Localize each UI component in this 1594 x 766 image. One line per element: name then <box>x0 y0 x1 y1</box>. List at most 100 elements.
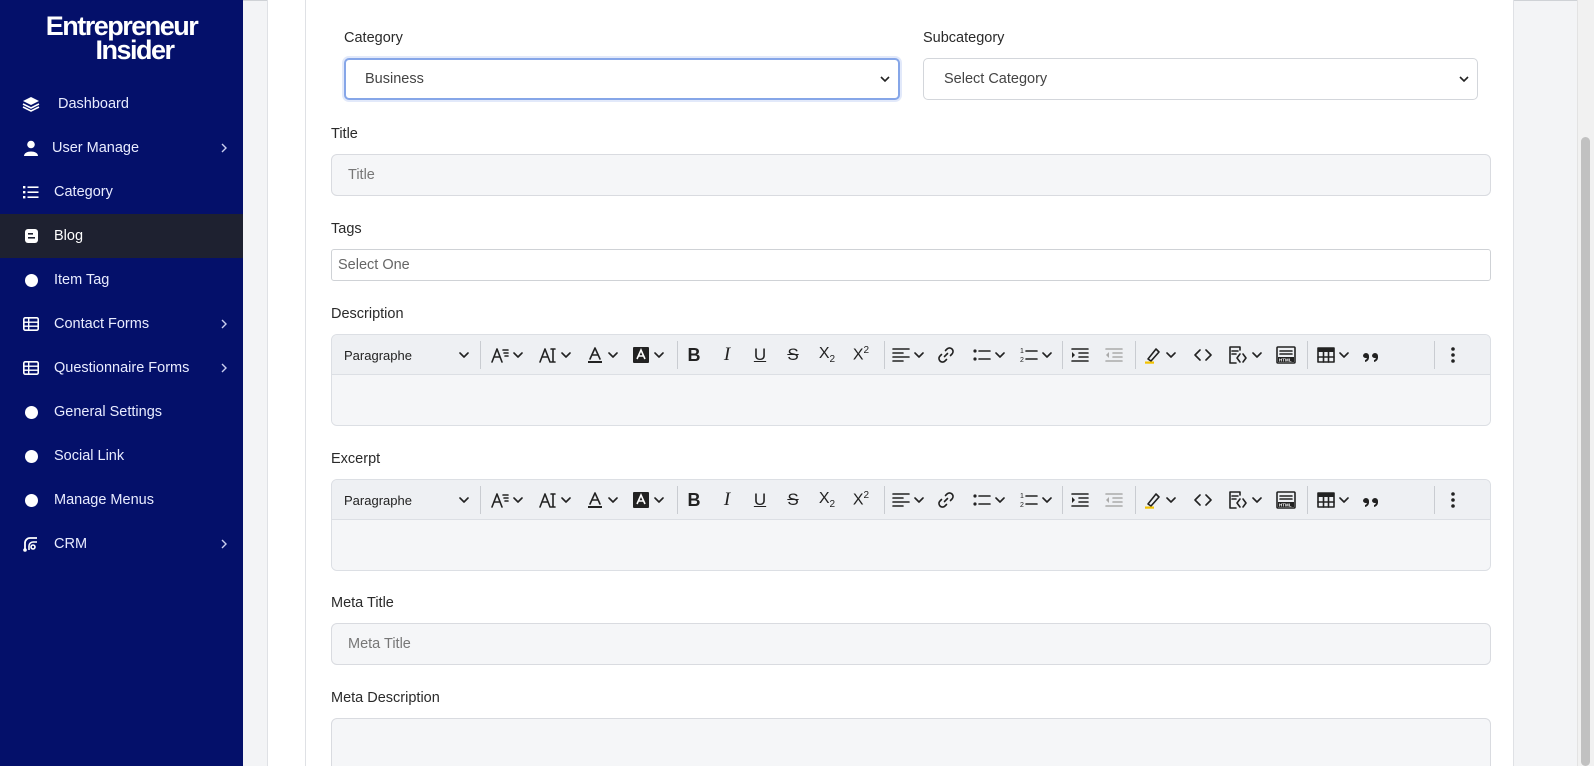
text-size-icon[interactable] <box>536 344 574 366</box>
italic-icon[interactable]: I <box>716 489 738 511</box>
bold-icon[interactable]: B <box>683 489 705 511</box>
code-icon[interactable] <box>1192 344 1214 366</box>
tags-select[interactable]: Select One <box>331 249 1491 281</box>
sidebar-item-social-link[interactable]: Social Link <box>0 434 243 478</box>
align-icon[interactable] <box>890 489 926 511</box>
subscript-icon[interactable]: X2 <box>815 489 839 511</box>
toolbar-separator <box>1135 486 1136 514</box>
bulleted-list-icon[interactable] <box>970 489 1008 511</box>
link-icon[interactable] <box>935 489 957 511</box>
numbered-list-icon[interactable]: 12 <box>1017 344 1055 366</box>
subcategory-select[interactable]: Select Category <box>923 58 1478 100</box>
font-color-icon[interactable] <box>584 344 620 366</box>
excerpt-editor-body[interactable] <box>332 520 1490 570</box>
sidebar-item-label: General Settings <box>54 404 163 420</box>
sidebar-item-crm[interactable]: CRM <box>0 522 243 566</box>
sidebar-item-item-tag[interactable]: Item Tag <box>0 258 243 302</box>
toolbar-separator <box>884 486 885 514</box>
underline-icon[interactable]: U <box>749 489 771 511</box>
strikethrough-icon[interactable]: S <box>782 489 804 511</box>
sidebar-item-label: Item Tag <box>54 272 110 288</box>
meta-description-textarea[interactable] <box>331 718 1491 766</box>
numbered-list-icon[interactable]: 12 <box>1017 489 1055 511</box>
scrollbar-thumb[interactable] <box>1581 137 1590 766</box>
toolbar-separator <box>1434 486 1435 514</box>
text-size-icon[interactable] <box>536 489 574 511</box>
editor-toolbar: Paragraphe B I U S X2 X2 1 2 HTML <box>332 480 1490 520</box>
description-editor: Paragraphe B I U S X2 X2 1 2 HTML <box>331 334 1491 426</box>
underline-icon[interactable]: U <box>749 344 771 366</box>
insert-code-block-icon[interactable] <box>1224 489 1266 511</box>
subscript-icon[interactable]: X2 <box>815 344 839 366</box>
toolbar-separator <box>677 486 678 514</box>
title-placeholder: Title <box>348 167 375 183</box>
html-embed-icon[interactable]: HTML <box>1275 489 1297 511</box>
category-select-value: Business <box>365 71 424 87</box>
sidebar-item-contact-forms[interactable]: Contact Forms <box>0 302 243 346</box>
svg-text:1: 1 <box>1020 348 1024 355</box>
bulleted-list-icon[interactable] <box>970 344 1008 366</box>
table-list-icon <box>22 359 40 377</box>
paragraph-dropdown[interactable]: Paragraphe <box>344 489 469 511</box>
svg-text:HTML: HTML <box>1279 503 1292 508</box>
sidebar-item-blog[interactable]: Blog <box>0 214 243 258</box>
html-embed-icon[interactable]: HTML <box>1275 344 1297 366</box>
sidebar-item-dashboard[interactable]: Dashboard <box>0 82 243 126</box>
blockquote-icon[interactable] <box>1360 344 1382 366</box>
font-size-icon[interactable] <box>488 489 526 511</box>
chevron-right-icon <box>221 143 227 153</box>
highlight-icon[interactable] <box>1140 489 1180 511</box>
sidebar-item-general-settings[interactable]: General Settings <box>0 390 243 434</box>
title-input[interactable]: Title <box>331 154 1491 196</box>
sidebar-item-label: Questionnaire Forms <box>54 360 190 376</box>
indent-icon[interactable] <box>1069 489 1091 511</box>
sidebar-item-label: Contact Forms <box>54 316 150 332</box>
font-size-icon[interactable] <box>488 344 526 366</box>
paragraph-dropdown[interactable]: Paragraphe <box>344 344 469 366</box>
superscript-icon[interactable]: X2 <box>849 344 873 366</box>
highlight-icon[interactable] <box>1140 344 1180 366</box>
outdent-icon[interactable] <box>1103 344 1125 366</box>
meta-title-input[interactable]: Meta Title <box>331 623 1491 665</box>
meta-title-label: Meta Title <box>331 595 394 611</box>
excerpt-editor: Paragraphe B I U S X2 X2 1 2 HTML <box>331 479 1491 571</box>
more-icon[interactable] <box>1442 344 1464 366</box>
blockquote-icon[interactable] <box>1360 489 1382 511</box>
user-icon <box>22 139 40 157</box>
title-label: Title <box>331 126 358 142</box>
toolbar-separator <box>1307 486 1308 514</box>
sidebar-item-manage-menus[interactable]: Manage Menus <box>0 478 243 522</box>
brand-logo[interactable]: Entrepreneur Insider <box>0 13 243 64</box>
outdent-icon[interactable] <box>1103 489 1125 511</box>
chevron-down-icon <box>1459 76 1469 83</box>
link-icon[interactable] <box>935 344 957 366</box>
svg-text:1: 1 <box>1020 493 1024 500</box>
italic-icon[interactable]: I <box>716 344 738 366</box>
sidebar-item-label: Social Link <box>54 448 125 464</box>
insert-code-block-icon[interactable] <box>1224 344 1266 366</box>
align-icon[interactable] <box>890 344 926 366</box>
background-color-icon[interactable] <box>629 344 667 366</box>
table-icon[interactable] <box>1314 489 1352 511</box>
sidebar-item-category[interactable]: Category <box>0 170 243 214</box>
editor-toolbar: Paragraphe B I U S X2 X2 1 2 HTML <box>332 335 1490 375</box>
sidebar-item-user-manage[interactable]: User Manage <box>0 126 243 170</box>
description-editor-body[interactable] <box>332 375 1490 425</box>
superscript-icon[interactable]: X2 <box>849 489 873 511</box>
background-color-icon[interactable] <box>629 489 667 511</box>
sidebar-item-label: Dashboard <box>58 96 129 112</box>
bold-icon[interactable]: B <box>683 344 705 366</box>
blog-icon <box>22 227 40 245</box>
list-icon <box>22 183 40 201</box>
layers-icon <box>22 95 40 113</box>
category-select[interactable]: Business <box>344 58 900 100</box>
code-icon[interactable] <box>1192 489 1214 511</box>
strikethrough-icon[interactable]: S <box>782 344 804 366</box>
font-color-icon[interactable] <box>584 489 620 511</box>
sidebar-item-questionnaire-forms[interactable]: Questionnaire Forms <box>0 346 243 390</box>
crm-icon <box>22 535 40 553</box>
toolbar-separator <box>884 341 885 369</box>
indent-icon[interactable] <box>1069 344 1091 366</box>
more-icon[interactable] <box>1442 489 1464 511</box>
table-icon[interactable] <box>1314 344 1352 366</box>
